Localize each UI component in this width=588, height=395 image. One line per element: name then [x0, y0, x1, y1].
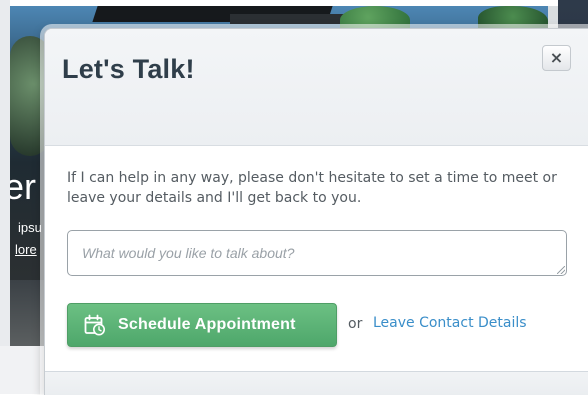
hero-image-roof-detail: [230, 14, 350, 24]
schedule-appointment-button[interactable]: Schedule Appointment: [67, 303, 337, 347]
background-hero-ground: [10, 280, 44, 346]
hero-text-fragment: ipsu: [18, 220, 42, 235]
leave-contact-details-link[interactable]: Leave Contact Details: [373, 315, 527, 331]
topic-input[interactable]: [67, 230, 567, 276]
background-left-strip: [0, 0, 10, 394]
modal-title: Let's Talk!: [62, 54, 195, 84]
calendar-clock-icon: [84, 314, 105, 336]
textarea-resize-grip[interactable]: [557, 266, 565, 274]
intro-text: If I can help in any way, please don't h…: [67, 170, 557, 206]
close-button[interactable]: ×: [542, 45, 571, 71]
schedule-appointment-label: Schedule Appointment: [118, 316, 296, 333]
or-separator: or: [348, 316, 363, 332]
hero-more-link[interactable]: lore: [15, 242, 37, 257]
modal-body: If I can help in any way, please don't h…: [45, 146, 588, 371]
close-icon: ×: [549, 48, 564, 67]
modal-footer: [45, 371, 588, 395]
lets-talk-modal: Let's Talk! × If I can help in any way, …: [44, 28, 588, 395]
modal-header: Let's Talk! ×: [45, 29, 588, 146]
